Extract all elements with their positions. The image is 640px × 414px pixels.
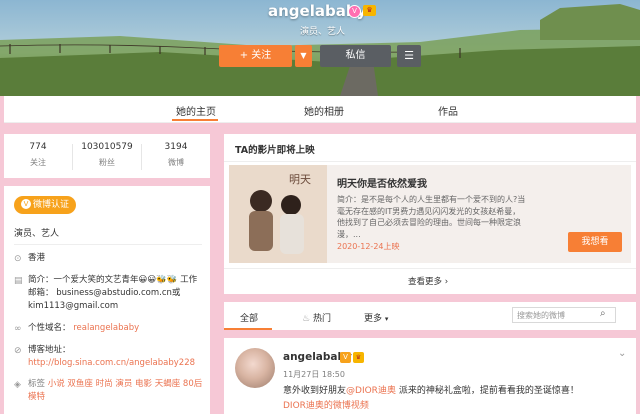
message-button[interactable]: 私信 <box>320 45 391 67</box>
upcoming-films-card: TA的影片即将上映 明天 明天你是否依然爱我 简介：是不是每个人的人生里都有一个… <box>224 134 636 294</box>
blog-icon: ⊘ <box>14 346 22 356</box>
svg-text:明天: 明天 <box>289 173 311 186</box>
stat-label: 关注 <box>30 158 46 167</box>
info-divider <box>14 244 202 245</box>
divider <box>224 161 636 162</box>
video-link[interactable]: DIOR迪奥的微博视频 <box>283 401 369 411</box>
tab-home[interactable]: 她的主页 <box>176 103 216 118</box>
film-title[interactable]: 明天你是否依然爱我 <box>337 175 427 190</box>
location-text: 香港 <box>28 253 46 263</box>
feed-tab-more[interactable]: 更多 ▾ <box>364 311 388 324</box>
vip-crown-icon[interactable]: ♛ <box>363 5 376 16</box>
weibo-verified-badge[interactable]: V 微博认证 <box>14 196 76 214</box>
follow-button[interactable]: + 关注 <box>219 45 292 67</box>
post-text-part: 派来的神秘礼盒啦，提前看看我的圣诞惊喜！ <box>395 386 579 396</box>
intro-text: 一个爱大笑的文艺青年😀😀🐝🐝 工作邮箱： business@abstudio.c… <box>28 275 198 311</box>
vip-crown-icon: ♛ <box>353 352 364 363</box>
follow-dropdown-button[interactable]: ▼ <box>295 45 312 67</box>
more-label: 更多 <box>364 314 383 324</box>
info-blog: ⊘ 博客地址： http://blog.sina.com.cn/angelabab… <box>14 344 204 370</box>
film-description: 简介：是不是每个人的人生里都有一个爱不到的人?当毫无存在感的IT男费力遇见闪闪发… <box>337 195 526 239</box>
verified-v-icon: V <box>20 199 31 209</box>
info-intro: ▤ 简介：一个爱大笑的文艺青年😀😀🐝🐝 工作邮箱： business@abstu… <box>14 274 204 313</box>
more-menu-button[interactable]: ☰ <box>397 45 421 67</box>
stat-label: 微博 <box>168 158 184 167</box>
film-poster[interactable]: 明天 <box>229 165 327 263</box>
hot-label: 热门 <box>312 314 331 324</box>
verified-badge-icon: V <box>340 352 351 363</box>
feed-tab-all[interactable]: 全部 <box>240 311 258 324</box>
divider <box>224 268 636 269</box>
stat-label: 粉丝 <box>99 158 115 167</box>
mention-link[interactable]: @DIOR迪奥 <box>346 386 396 396</box>
search-icon[interactable]: ⌕ <box>600 308 606 319</box>
location-pin-icon: ⊙ <box>14 254 22 264</box>
films-section-title: TA的影片即将上映 <box>235 145 315 156</box>
poster-art: 明天 <box>229 165 327 263</box>
feed-tab-hot[interactable]: ♨ 热门 <box>302 311 331 324</box>
post-content: 意外收到好朋友@DIOR迪奥 派来的神秘礼盒啦，提前看看我的圣诞惊喜！ DIOR迪… <box>283 384 633 414</box>
document-icon: ▤ <box>14 276 23 286</box>
tags-list[interactable]: 小说 双鱼座 时尚 演员 电影 天蝎座 80后 模特 <box>28 379 202 402</box>
active-tab-indicator <box>172 119 218 121</box>
verify-label: 微博认证 <box>32 200 69 210</box>
info-tags: ◈ 标签 小说 双鱼座 时尚 演员 电影 天蝎座 80后 模特 <box>14 378 204 404</box>
avatar[interactable] <box>235 348 275 388</box>
domain-label: 个性域名： <box>28 323 71 333</box>
profile-info-card: V 微博认证 演员、艺人 ⊙ 香港 ▤ 简介：一个爱大笑的文艺青年😀😀🐝🐝 工作邮… <box>4 186 210 414</box>
feed-filter-bar: 全部 ♨ 热门 更多 ▾ 搜索她的微博 ⌕ <box>224 302 636 330</box>
flame-icon: ♨ <box>302 314 311 324</box>
info-domain: ∞ 个性域名： realangelababy <box>14 322 204 335</box>
see-more-link[interactable]: 查看更多 › <box>408 275 448 287</box>
intro-label: 简介： <box>28 275 54 285</box>
verified-badge-icon[interactable]: V <box>348 5 361 18</box>
domain-link[interactable]: realangelababy <box>73 323 139 333</box>
post-text-part: 意外收到好朋友 <box>283 386 347 396</box>
post-options-chevron-icon[interactable]: ⌄ <box>618 348 626 359</box>
blog-link[interactable]: http://blog.sina.com.cn/angelababy228 <box>28 358 195 368</box>
verify-description: 演员、艺人 <box>14 229 60 239</box>
blog-label: 博客地址： <box>28 345 71 355</box>
post-timestamp[interactable]: 11月27日 18:50 <box>283 369 345 380</box>
info-location: ⊙ 香港 <box>14 252 204 265</box>
profile-subtitle: 演员、艺人 <box>300 27 346 37</box>
menu-icon: ☰ <box>404 49 414 62</box>
tab-works[interactable]: 作品 <box>438 103 458 118</box>
stat-value: 103010579 <box>81 142 133 152</box>
want-to-watch-button[interactable]: 我想看 <box>568 232 622 252</box>
tab-album[interactable]: 她的相册 <box>304 103 344 118</box>
caret-down-icon: ▼ <box>300 51 307 60</box>
chevron-down-icon: ▾ <box>384 315 389 323</box>
film-release-date: 2020-12-24上映 <box>337 242 400 251</box>
stat-followers[interactable]: 103010579 粉丝 <box>73 142 141 168</box>
profile-cover: angelababy V ♛ 演员、艺人 + 关注 ▼ 私信 ☰ <box>0 0 640 96</box>
weibo-post: angelababy V ♛ 11月27日 18:50 ⌄ 意外收到好朋友@DI… <box>224 338 636 414</box>
tag-icon: ◈ <box>14 380 21 390</box>
see-more-label: 查看更多 <box>408 277 443 287</box>
stat-following[interactable]: 774 关注 <box>4 142 72 168</box>
link-icon: ∞ <box>14 324 22 334</box>
stat-posts[interactable]: 3194 微博 <box>142 142 210 168</box>
chevron-right-icon: › <box>444 277 449 287</box>
active-tab-indicator <box>224 328 272 330</box>
tags-label: 标签 <box>28 379 46 389</box>
stats-card: 774 关注 103010579 粉丝 3194 微博 <box>4 134 210 178</box>
profile-tabs: 她的主页 她的相册 作品 <box>4 96 636 123</box>
stat-value: 774 <box>29 142 47 152</box>
stat-value: 3194 <box>164 142 188 152</box>
